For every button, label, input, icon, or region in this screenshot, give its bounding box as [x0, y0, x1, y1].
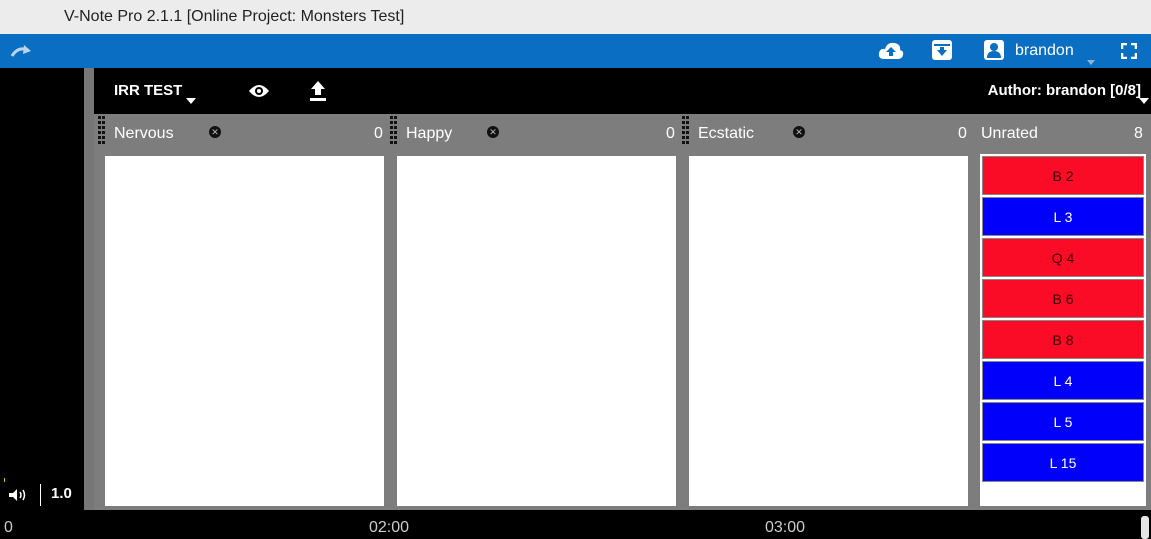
- playback-controls: 1.0: [0, 478, 84, 510]
- cloud-upload-icon[interactable]: [878, 41, 904, 61]
- unrated-list[interactable]: B 2 L 3 Q 4 B 6 B 8 L 4 L 5 L 15: [980, 154, 1146, 506]
- column-header-ecstatic[interactable]: Ecstatic ✕ 0: [678, 114, 970, 154]
- column-header-happy[interactable]: Happy ✕ 0: [386, 114, 678, 154]
- column-count: 0: [666, 125, 675, 142]
- column-dropzone-happy[interactable]: [397, 156, 676, 506]
- timeline-tick: 0: [4, 519, 13, 536]
- rating-card[interactable]: Q 4: [982, 238, 1144, 277]
- column-count: 0: [958, 125, 967, 142]
- window-titlebar: V-Note Pro 2.1.1 [Online Project: Monste…: [0, 0, 1151, 34]
- timeline[interactable]: 0 02:00 03:00: [0, 510, 1151, 539]
- rating-card[interactable]: L 5: [982, 402, 1144, 441]
- user-icon[interactable]: [984, 40, 1004, 60]
- unrated-count: 8: [1134, 125, 1143, 142]
- rating-card[interactable]: B 8: [982, 320, 1144, 359]
- rating-card[interactable]: L 15: [982, 443, 1144, 482]
- rating-board: Nervous ✕ 0 Happy ✕ 0 Ecstatic ✕ 0 Unrat…: [94, 114, 1151, 510]
- project-name-menu[interactable]: IRR TEST: [114, 82, 182, 99]
- upload-icon[interactable]: [309, 80, 327, 102]
- author-menu[interactable]: Author: brandon [0/8]: [988, 82, 1141, 99]
- rating-card[interactable]: L 4: [982, 361, 1144, 400]
- timeline-tick: 02:00: [369, 519, 410, 536]
- eye-icon[interactable]: [248, 83, 270, 99]
- unrated-title: Unrated: [981, 125, 1038, 142]
- close-icon[interactable]: ✕: [793, 126, 805, 138]
- video-panel[interactable]: [0, 68, 84, 478]
- rating-card[interactable]: B 2: [982, 156, 1144, 195]
- column-dropzone-ecstatic[interactable]: [689, 156, 968, 506]
- chevron-down-icon[interactable]: [1087, 60, 1095, 65]
- close-icon[interactable]: ✕: [487, 126, 499, 138]
- timeline-tick: 03:00: [765, 519, 806, 536]
- rating-card[interactable]: B 6: [982, 279, 1144, 318]
- column-dropzone-nervous[interactable]: [105, 156, 384, 506]
- drag-handle-icon[interactable]: [390, 116, 397, 154]
- download-box-icon[interactable]: [932, 40, 952, 60]
- drag-handle-icon[interactable]: [98, 116, 105, 154]
- fullscreen-icon[interactable]: [1121, 43, 1137, 59]
- column-title[interactable]: Ecstatic: [698, 125, 754, 143]
- column-title[interactable]: Happy: [406, 125, 452, 143]
- panel-divider[interactable]: [84, 68, 94, 510]
- top-bar: brandon: [0, 34, 1151, 68]
- redo-icon[interactable]: [10, 42, 32, 60]
- drag-handle-icon[interactable]: [682, 116, 689, 154]
- column-title[interactable]: Nervous: [114, 125, 174, 143]
- window-title: V-Note Pro 2.1.1 [Online Project: Monste…: [64, 8, 405, 25]
- scrollbar-thumb[interactable]: [1141, 516, 1149, 539]
- rating-card[interactable]: L 3: [982, 197, 1144, 236]
- close-icon[interactable]: ✕: [209, 126, 221, 138]
- chevron-down-icon[interactable]: [1139, 98, 1149, 104]
- username-menu[interactable]: brandon: [1015, 42, 1074, 60]
- volume-icon[interactable]: [8, 488, 28, 502]
- column-count: 0: [374, 125, 383, 142]
- chevron-down-icon[interactable]: [186, 98, 196, 104]
- playback-speed[interactable]: 1.0: [51, 485, 72, 502]
- project-toolbar: IRR TEST Author: brandon [0/8]: [94, 68, 1151, 114]
- column-header-nervous[interactable]: Nervous ✕ 0: [94, 114, 386, 154]
